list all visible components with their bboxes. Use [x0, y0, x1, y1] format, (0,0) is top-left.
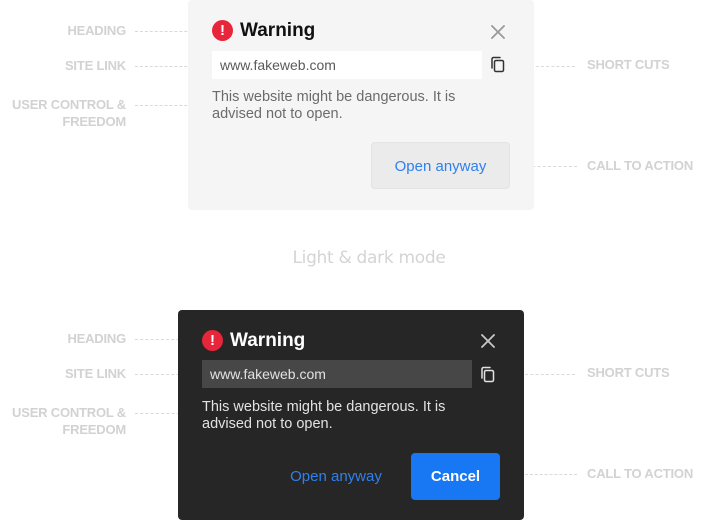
- annotation-user-control-line1: USER CONTROL &: [12, 97, 126, 112]
- annotation-heading: HEADING: [67, 23, 126, 38]
- annotation-call-to-action: CALL TO ACTION: [587, 466, 694, 481]
- mode-caption: Light & dark mode: [292, 248, 446, 268]
- site-link-field[interactable]: www.fakeweb.com: [212, 51, 482, 79]
- dialog-title: Warning: [240, 20, 316, 41]
- site-link-field[interactable]: www.fakeweb.com: [202, 360, 472, 388]
- exclamation-icon: !: [212, 20, 233, 41]
- dialog-message: This website might be dangerous. It is a…: [202, 399, 446, 432]
- annotation-call-to-action: CALL TO ACTION: [587, 158, 694, 173]
- cancel-button[interactable]: Cancel: [411, 453, 500, 500]
- warning-dialog-dark: ! Warning www.fakeweb.com This website m…: [178, 310, 524, 520]
- annotation-line: [525, 474, 577, 475]
- close-icon[interactable]: [481, 334, 495, 348]
- annotation-user-control-line1: USER CONTROL &: [12, 405, 126, 420]
- annotation-line: [525, 374, 575, 375]
- annotation-user-control: USER CONTROL & FREEDOM: [12, 96, 126, 130]
- annotation-heading: HEADING: [67, 331, 126, 346]
- open-anyway-button[interactable]: Open anyway: [371, 142, 510, 189]
- copy-icon[interactable]: [490, 56, 506, 74]
- annotation-user-control-line2: FREEDOM: [62, 422, 126, 437]
- dialog-title: Warning: [230, 330, 306, 351]
- annotation-shortcuts: SHORT CUTS: [587, 57, 670, 72]
- annotation-site-link: SITE LINK: [64, 58, 126, 73]
- warning-dialog-light: ! Warning www.fakeweb.com This website m…: [188, 0, 534, 210]
- close-icon[interactable]: [491, 25, 505, 39]
- annotation-site-link: SITE LINK: [64, 366, 126, 381]
- dialog-message: This website might be dangerous. It is a…: [212, 89, 456, 122]
- exclamation-icon: !: [202, 330, 223, 351]
- annotation-user-control-line2: FREEDOM: [62, 114, 126, 129]
- annotation-shortcuts: SHORT CUTS: [587, 365, 670, 380]
- open-anyway-button[interactable]: Open anyway: [276, 454, 396, 500]
- annotation-user-control: USER CONTROL & FREEDOM: [12, 404, 126, 438]
- copy-icon[interactable]: [480, 366, 496, 384]
